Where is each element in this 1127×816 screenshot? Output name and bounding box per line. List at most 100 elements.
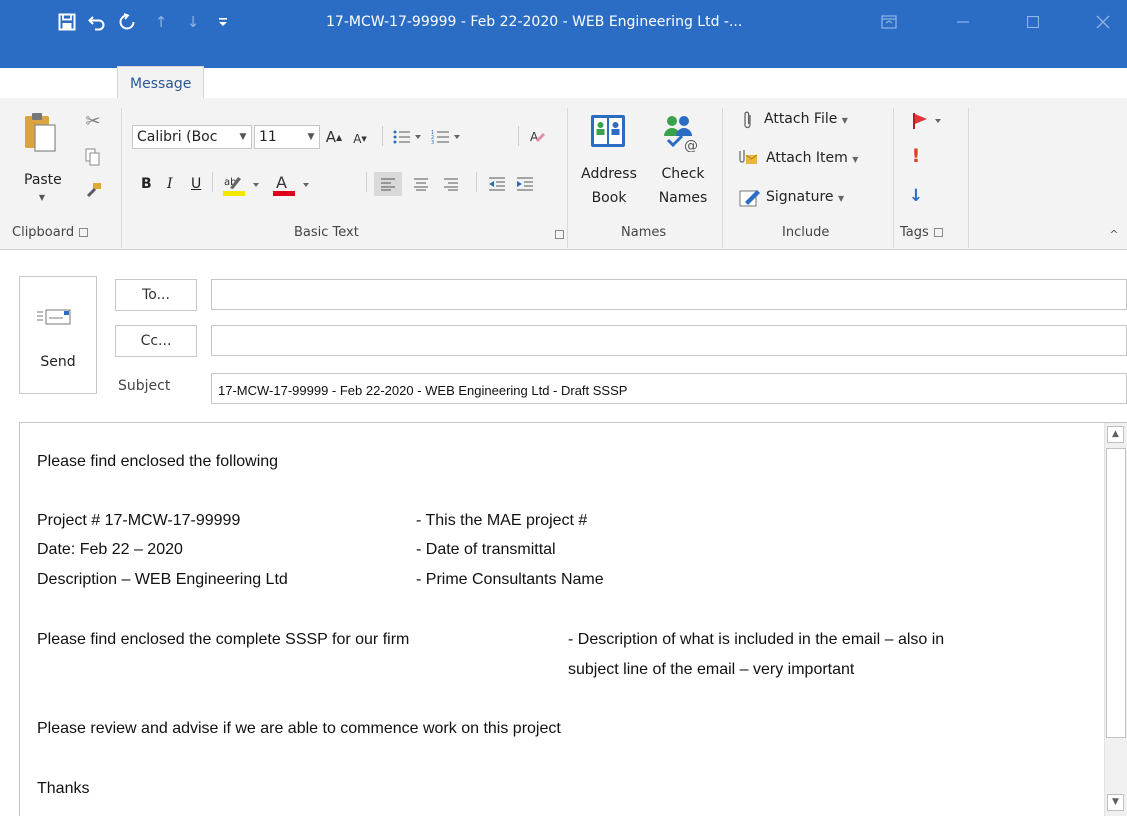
address-book-icon[interactable] bbox=[585, 108, 631, 156]
increase-indent-icon[interactable] bbox=[512, 172, 538, 196]
chevron-down-icon[interactable]: ▼ bbox=[303, 126, 319, 148]
chevron-down-icon[interactable]: ▼ bbox=[235, 126, 251, 148]
body-row-right: - Prime Consultants Name bbox=[416, 571, 604, 588]
attach-file-button[interactable]: Attach File ▼ bbox=[764, 111, 848, 127]
group-separator bbox=[893, 108, 894, 248]
follow-up-flag-icon[interactable] bbox=[910, 110, 946, 132]
scroll-down-icon[interactable]: ▼ bbox=[1107, 794, 1124, 811]
highlight-color-icon[interactable]: ab bbox=[222, 170, 264, 198]
body-row-left: Description – WEB Engineering Ltd bbox=[37, 571, 288, 588]
decrease-indent-icon[interactable] bbox=[484, 172, 510, 196]
tab-file[interactable]: File bbox=[40, 72, 63, 100]
close-icon[interactable] bbox=[1080, 6, 1126, 38]
window-title: 17-MCW-17-99999 - Feb 22-2020 - WEB Engi… bbox=[326, 14, 743, 30]
numbering-icon[interactable]: 123 bbox=[428, 125, 464, 149]
minimize-icon[interactable] bbox=[940, 6, 986, 38]
attach-item-button[interactable]: Attach Item ▼ bbox=[766, 150, 858, 166]
send-label: Send bbox=[40, 354, 76, 370]
tab-options[interactable]: Options bbox=[340, 72, 394, 100]
body-enclosed-left: Please find enclosed the complete SSSP f… bbox=[37, 631, 410, 648]
tags-group-label: Tags bbox=[900, 225, 943, 240]
body-row-left: Date: Feb 22 – 2020 bbox=[37, 541, 183, 558]
address-book-label-2[interactable]: Book bbox=[579, 190, 639, 206]
up-arrow-icon[interactable]: ↑ bbox=[146, 8, 176, 36]
font-name-combo[interactable]: Calibri (Boc ▼ bbox=[132, 125, 252, 149]
high-importance-icon[interactable]: ! bbox=[906, 144, 926, 168]
tab-tell-me[interactable]: Tell me... bbox=[958, 72, 1041, 100]
maximize-icon[interactable] bbox=[1010, 6, 1056, 38]
body-enclosed-right-2: subject line of the email – very importa… bbox=[568, 661, 855, 678]
scrollbar-thumb[interactable] bbox=[1106, 448, 1126, 738]
clipboard-label-text: Clipboard bbox=[12, 225, 75, 240]
align-right-icon[interactable] bbox=[438, 172, 464, 196]
send-button[interactable]: Send bbox=[19, 276, 97, 394]
font-size-combo[interactable]: 11 ▼ bbox=[254, 125, 320, 149]
basic-text-launcher-icon[interactable] bbox=[555, 230, 564, 239]
basic-text-group-label: Basic Text bbox=[294, 225, 359, 240]
separator bbox=[212, 172, 213, 192]
cut-icon[interactable]: ✂ bbox=[82, 110, 104, 132]
copy-icon[interactable] bbox=[82, 146, 104, 168]
font-color-icon[interactable]: A bbox=[272, 170, 314, 198]
shrink-font-icon[interactable]: A ▼ bbox=[349, 128, 371, 150]
customize-qat-icon[interactable] bbox=[208, 8, 238, 36]
separator bbox=[518, 126, 519, 146]
check-names-icon[interactable]: @ bbox=[656, 108, 708, 156]
scroll-up-icon[interactable]: ▲ bbox=[1107, 426, 1124, 443]
low-importance-icon[interactable]: ↓ bbox=[906, 184, 926, 208]
signature-label: Signature bbox=[766, 189, 834, 205]
tab-insert[interactable]: Insert bbox=[245, 72, 285, 100]
italic-button[interactable]: I bbox=[167, 176, 173, 192]
body-thanks: Thanks bbox=[37, 780, 90, 797]
attach-item-icon[interactable] bbox=[737, 147, 759, 167]
chevron-down-icon: ▼ bbox=[841, 116, 848, 125]
tab-message[interactable]: Message bbox=[117, 66, 205, 98]
align-center-icon[interactable] bbox=[408, 172, 434, 196]
body-row-right: - Date of transmittal bbox=[416, 541, 556, 558]
attach-file-icon[interactable] bbox=[738, 110, 758, 132]
undo-icon[interactable] bbox=[82, 8, 112, 36]
cc-button[interactable]: Cc... bbox=[115, 325, 197, 357]
tags-launcher-icon[interactable] bbox=[933, 228, 943, 237]
paste-label[interactable]: Paste bbox=[24, 172, 62, 188]
check-names-label-2[interactable]: Names bbox=[653, 190, 713, 206]
body-enclosed-right-1: - Description of what is included in the… bbox=[568, 631, 945, 648]
address-book-label-1[interactable]: Address bbox=[579, 166, 639, 182]
chevron-down-icon: ▼ bbox=[852, 155, 859, 164]
collapse-ribbon-icon[interactable]: ^ bbox=[1106, 226, 1122, 242]
grow-font-icon[interactable]: A ▲ bbox=[323, 126, 345, 148]
attach-file-label: Attach File bbox=[764, 111, 838, 127]
down-arrow-icon[interactable]: ↓ bbox=[178, 8, 208, 36]
underline-button[interactable]: U bbox=[191, 176, 201, 192]
subject-value[interactable]: 17-MCW-17-99999 - Feb 22-2020 - WEB Engi… bbox=[218, 383, 627, 398]
paste-icon[interactable] bbox=[22, 110, 60, 162]
cc-field[interactable] bbox=[211, 325, 1127, 356]
body-row-left: Project # 17-MCW-17-99999 bbox=[37, 512, 241, 529]
clear-formatting-icon[interactable]: A bbox=[525, 125, 551, 149]
tab-hpe-records-manager[interactable]: HPE RECORDS MANAGER bbox=[703, 72, 879, 100]
bold-button[interactable]: B bbox=[141, 176, 152, 192]
signature-icon[interactable] bbox=[737, 186, 763, 210]
tab-review[interactable]: Review bbox=[595, 72, 645, 100]
paste-dropdown-icon[interactable]: ▼ bbox=[37, 192, 47, 202]
svg-text:@: @ bbox=[684, 138, 698, 152]
format-painter-icon[interactable] bbox=[82, 180, 104, 202]
ribbon-display-options-icon[interactable] bbox=[866, 6, 912, 38]
svg-text:3: 3 bbox=[431, 140, 434, 145]
tab-format-text[interactable]: Format Text bbox=[452, 72, 534, 100]
separator bbox=[476, 172, 477, 192]
clipboard-launcher-icon[interactable] bbox=[79, 228, 89, 237]
to-button[interactable]: To... bbox=[115, 279, 197, 311]
svg-text:A: A bbox=[530, 130, 539, 144]
save-icon[interactable] bbox=[52, 8, 82, 36]
message-body[interactable] bbox=[19, 422, 1127, 816]
check-names-label-1[interactable]: Check bbox=[653, 166, 713, 182]
bullets-icon[interactable] bbox=[390, 125, 424, 149]
separator bbox=[366, 172, 367, 192]
signature-button[interactable]: Signature ▼ bbox=[766, 189, 844, 205]
tell-me-label: Tell me... bbox=[978, 78, 1041, 94]
align-left-icon[interactable] bbox=[374, 172, 402, 196]
redo-icon[interactable] bbox=[112, 8, 142, 36]
to-field[interactable] bbox=[211, 279, 1127, 310]
group-separator bbox=[968, 108, 969, 248]
